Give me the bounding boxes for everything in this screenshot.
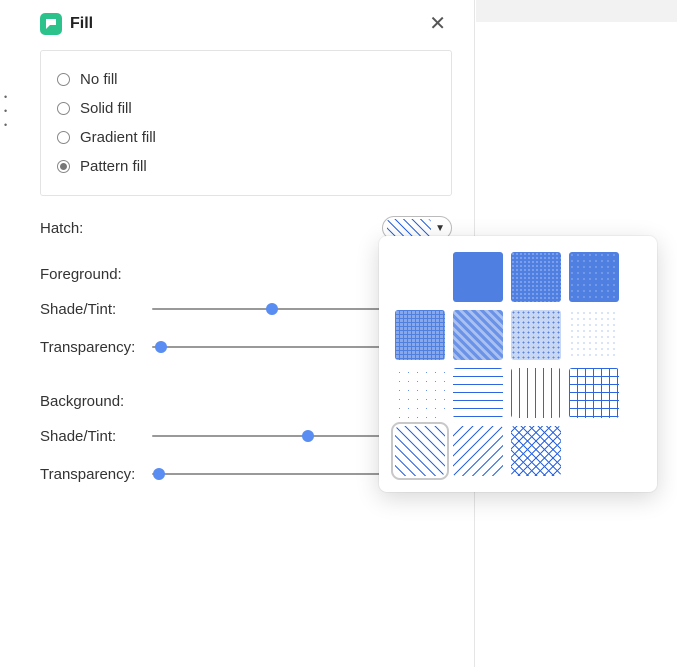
hatch-pattern-grid <box>395 252 641 476</box>
radio-label: Gradient fill <box>80 129 156 146</box>
radio-label: Solid fill <box>80 100 132 117</box>
radio-label: Pattern fill <box>80 158 147 175</box>
hatch-swatch-diagonal-50[interactable] <box>453 310 503 360</box>
close-icon[interactable]: ✕ <box>423 12 452 36</box>
hatch-swatch-very-sparse-dots[interactable] <box>395 368 445 418</box>
fill-option-solid-fill[interactable]: Solid fill <box>57 94 435 123</box>
radio-label: No fill <box>80 71 118 88</box>
fill-option-pattern-fill[interactable]: Pattern fill <box>57 152 435 181</box>
background-shade-label: Shade/Tint: <box>40 428 152 445</box>
radio-icon <box>57 73 70 86</box>
hatch-swatch-dense-dots[interactable] <box>511 252 561 302</box>
slider-track <box>152 473 399 475</box>
hatch-swatch-dots-50[interactable] <box>511 310 561 360</box>
hatch-swatch-diagonal-cross[interactable] <box>511 426 561 476</box>
hatch-swatch-v-lines[interactable] <box>511 368 561 418</box>
hatch-swatch-diagonal-back[interactable] <box>453 426 503 476</box>
background-transparency-slider[interactable] <box>152 466 399 482</box>
hatch-swatch-h-lines[interactable] <box>453 368 503 418</box>
slider-thumb[interactable] <box>153 468 165 480</box>
chevron-down-icon: ▼ <box>435 223 445 234</box>
fill-option-no-fill[interactable]: No fill <box>57 65 435 94</box>
foreground-transparency-label: Transparency: <box>40 339 152 356</box>
hatch-swatch-crosshatch-50[interactable] <box>395 310 445 360</box>
foreground-shade-label: Shade/Tint: <box>40 301 152 318</box>
app-icon <box>40 13 62 35</box>
hatch-swatch-diagonal-forward[interactable] <box>395 426 445 476</box>
fill-type-group: No fill Solid fill Gradient fill Pattern… <box>40 50 452 196</box>
hatch-swatch-small-dots[interactable] <box>569 252 619 302</box>
left-gutter: ••• <box>0 0 18 667</box>
panel-header: Fill ✕ <box>40 10 452 38</box>
left-gutter-markers: ••• <box>4 90 10 132</box>
hatch-preview-icon <box>387 219 431 237</box>
radio-icon <box>57 160 70 173</box>
fill-option-gradient-fill[interactable]: Gradient fill <box>57 123 435 152</box>
panel-title: Fill <box>70 15 423 33</box>
hatch-swatch-sparse-dots[interactable] <box>569 310 619 360</box>
slider-thumb[interactable] <box>266 303 278 315</box>
hatch-popup <box>379 236 657 492</box>
radio-icon <box>57 102 70 115</box>
slider-thumb[interactable] <box>155 341 167 353</box>
hatch-swatch-grid-lines[interactable] <box>569 368 619 418</box>
hatch-swatch-none[interactable] <box>395 252 445 302</box>
radio-icon <box>57 131 70 144</box>
background-transparency-label: Transparency: <box>40 466 152 483</box>
hatch-label: Hatch: <box>40 220 83 237</box>
slider-thumb[interactable] <box>302 430 314 442</box>
hatch-swatch-solid[interactable] <box>453 252 503 302</box>
right-background-strip <box>476 0 677 22</box>
